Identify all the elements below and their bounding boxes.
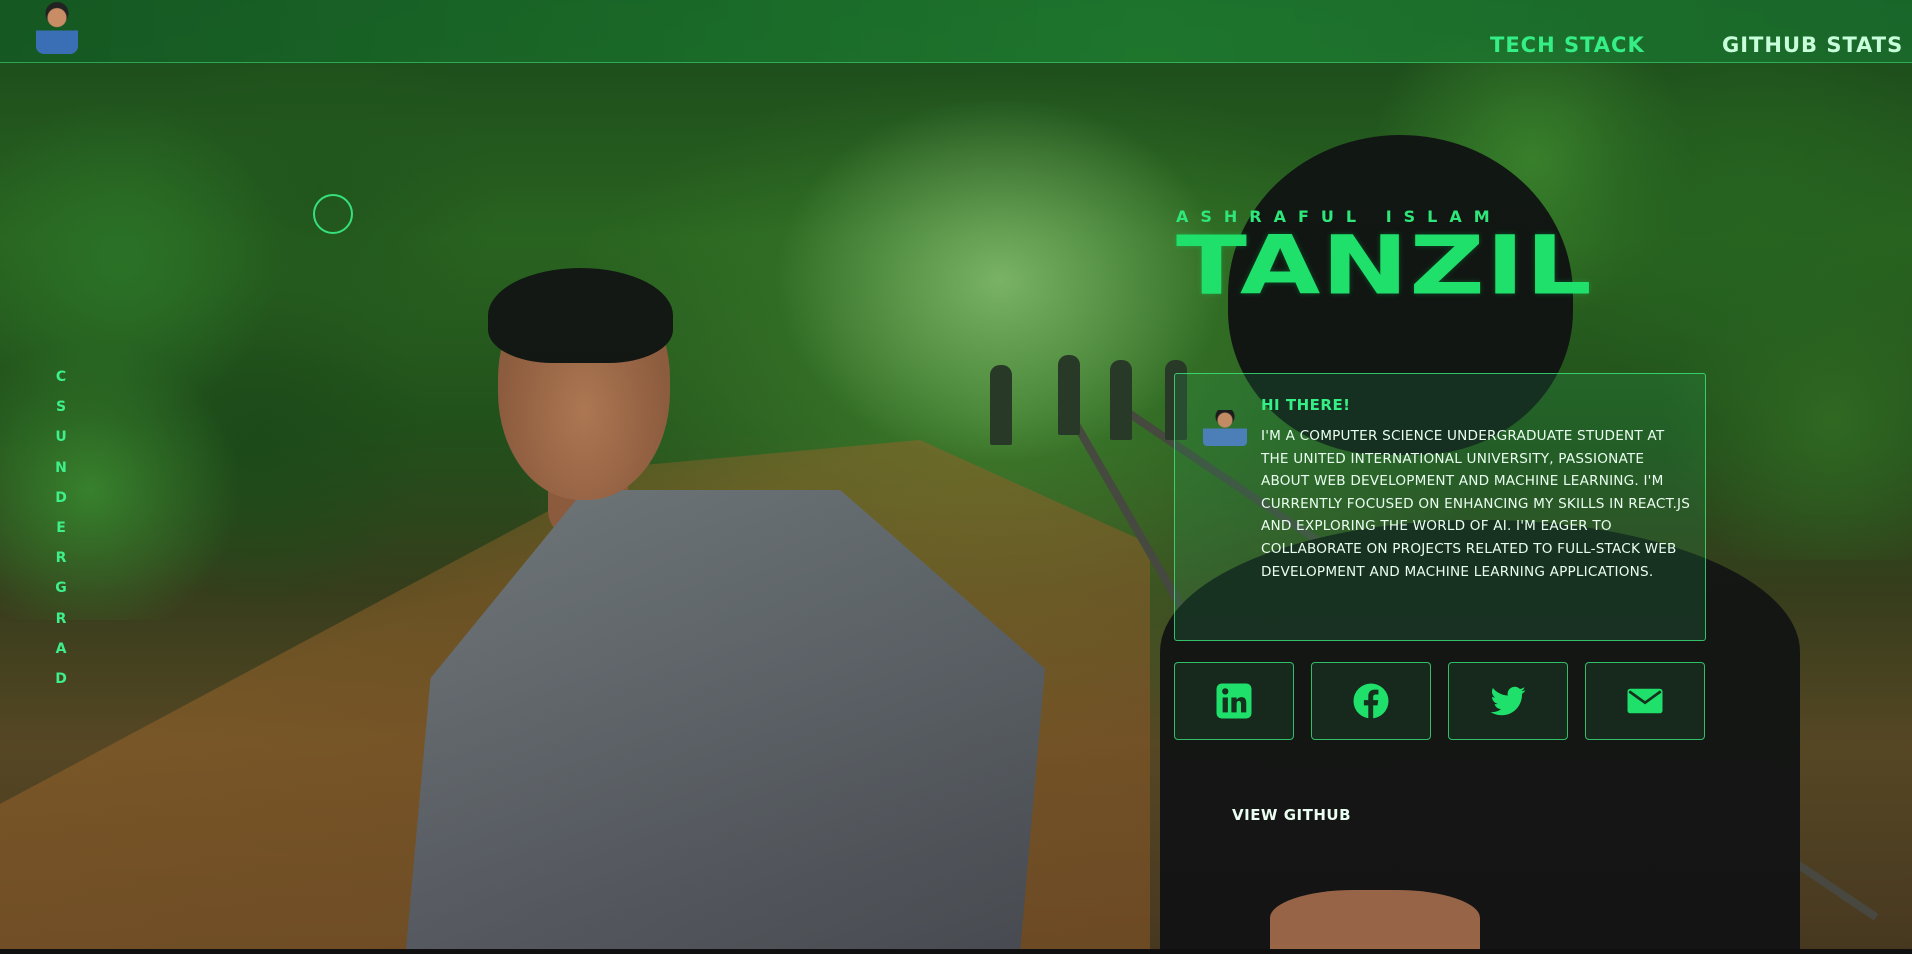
cursor-ring-icon [313,194,353,234]
twitter-button[interactable] [1448,662,1568,740]
intro-heading: HI THERE! [1261,396,1351,414]
card-avatar [1203,410,1247,446]
top-navbar: TECH STACK GITHUB STATS [0,0,1912,63]
nav-tech-stack[interactable]: TECH STACK [1490,33,1645,57]
intro-card: HI THERE! I'm a Computer Science undergr… [1174,373,1706,641]
email-icon [1627,688,1663,714]
email-button[interactable] [1585,662,1705,740]
hero-title: TANZIL [1176,217,1593,314]
facebook-button[interactable] [1311,662,1431,740]
vertical-tagline: CS UNDERGRAD [55,369,67,688]
profile-avatar-icon[interactable] [36,2,78,54]
nav-github-stats[interactable]: GITHUB STATS [1722,33,1903,57]
twitter-icon [1490,686,1526,716]
bottom-edge [0,949,1912,954]
facebook-icon [1353,683,1389,719]
linkedin-button[interactable] [1174,662,1294,740]
intro-text: I'm a Computer Science undergraduate stu… [1261,428,1691,580]
linkedin-icon [1216,683,1252,719]
view-github-link[interactable]: VIEW GITHUB [1232,806,1351,824]
